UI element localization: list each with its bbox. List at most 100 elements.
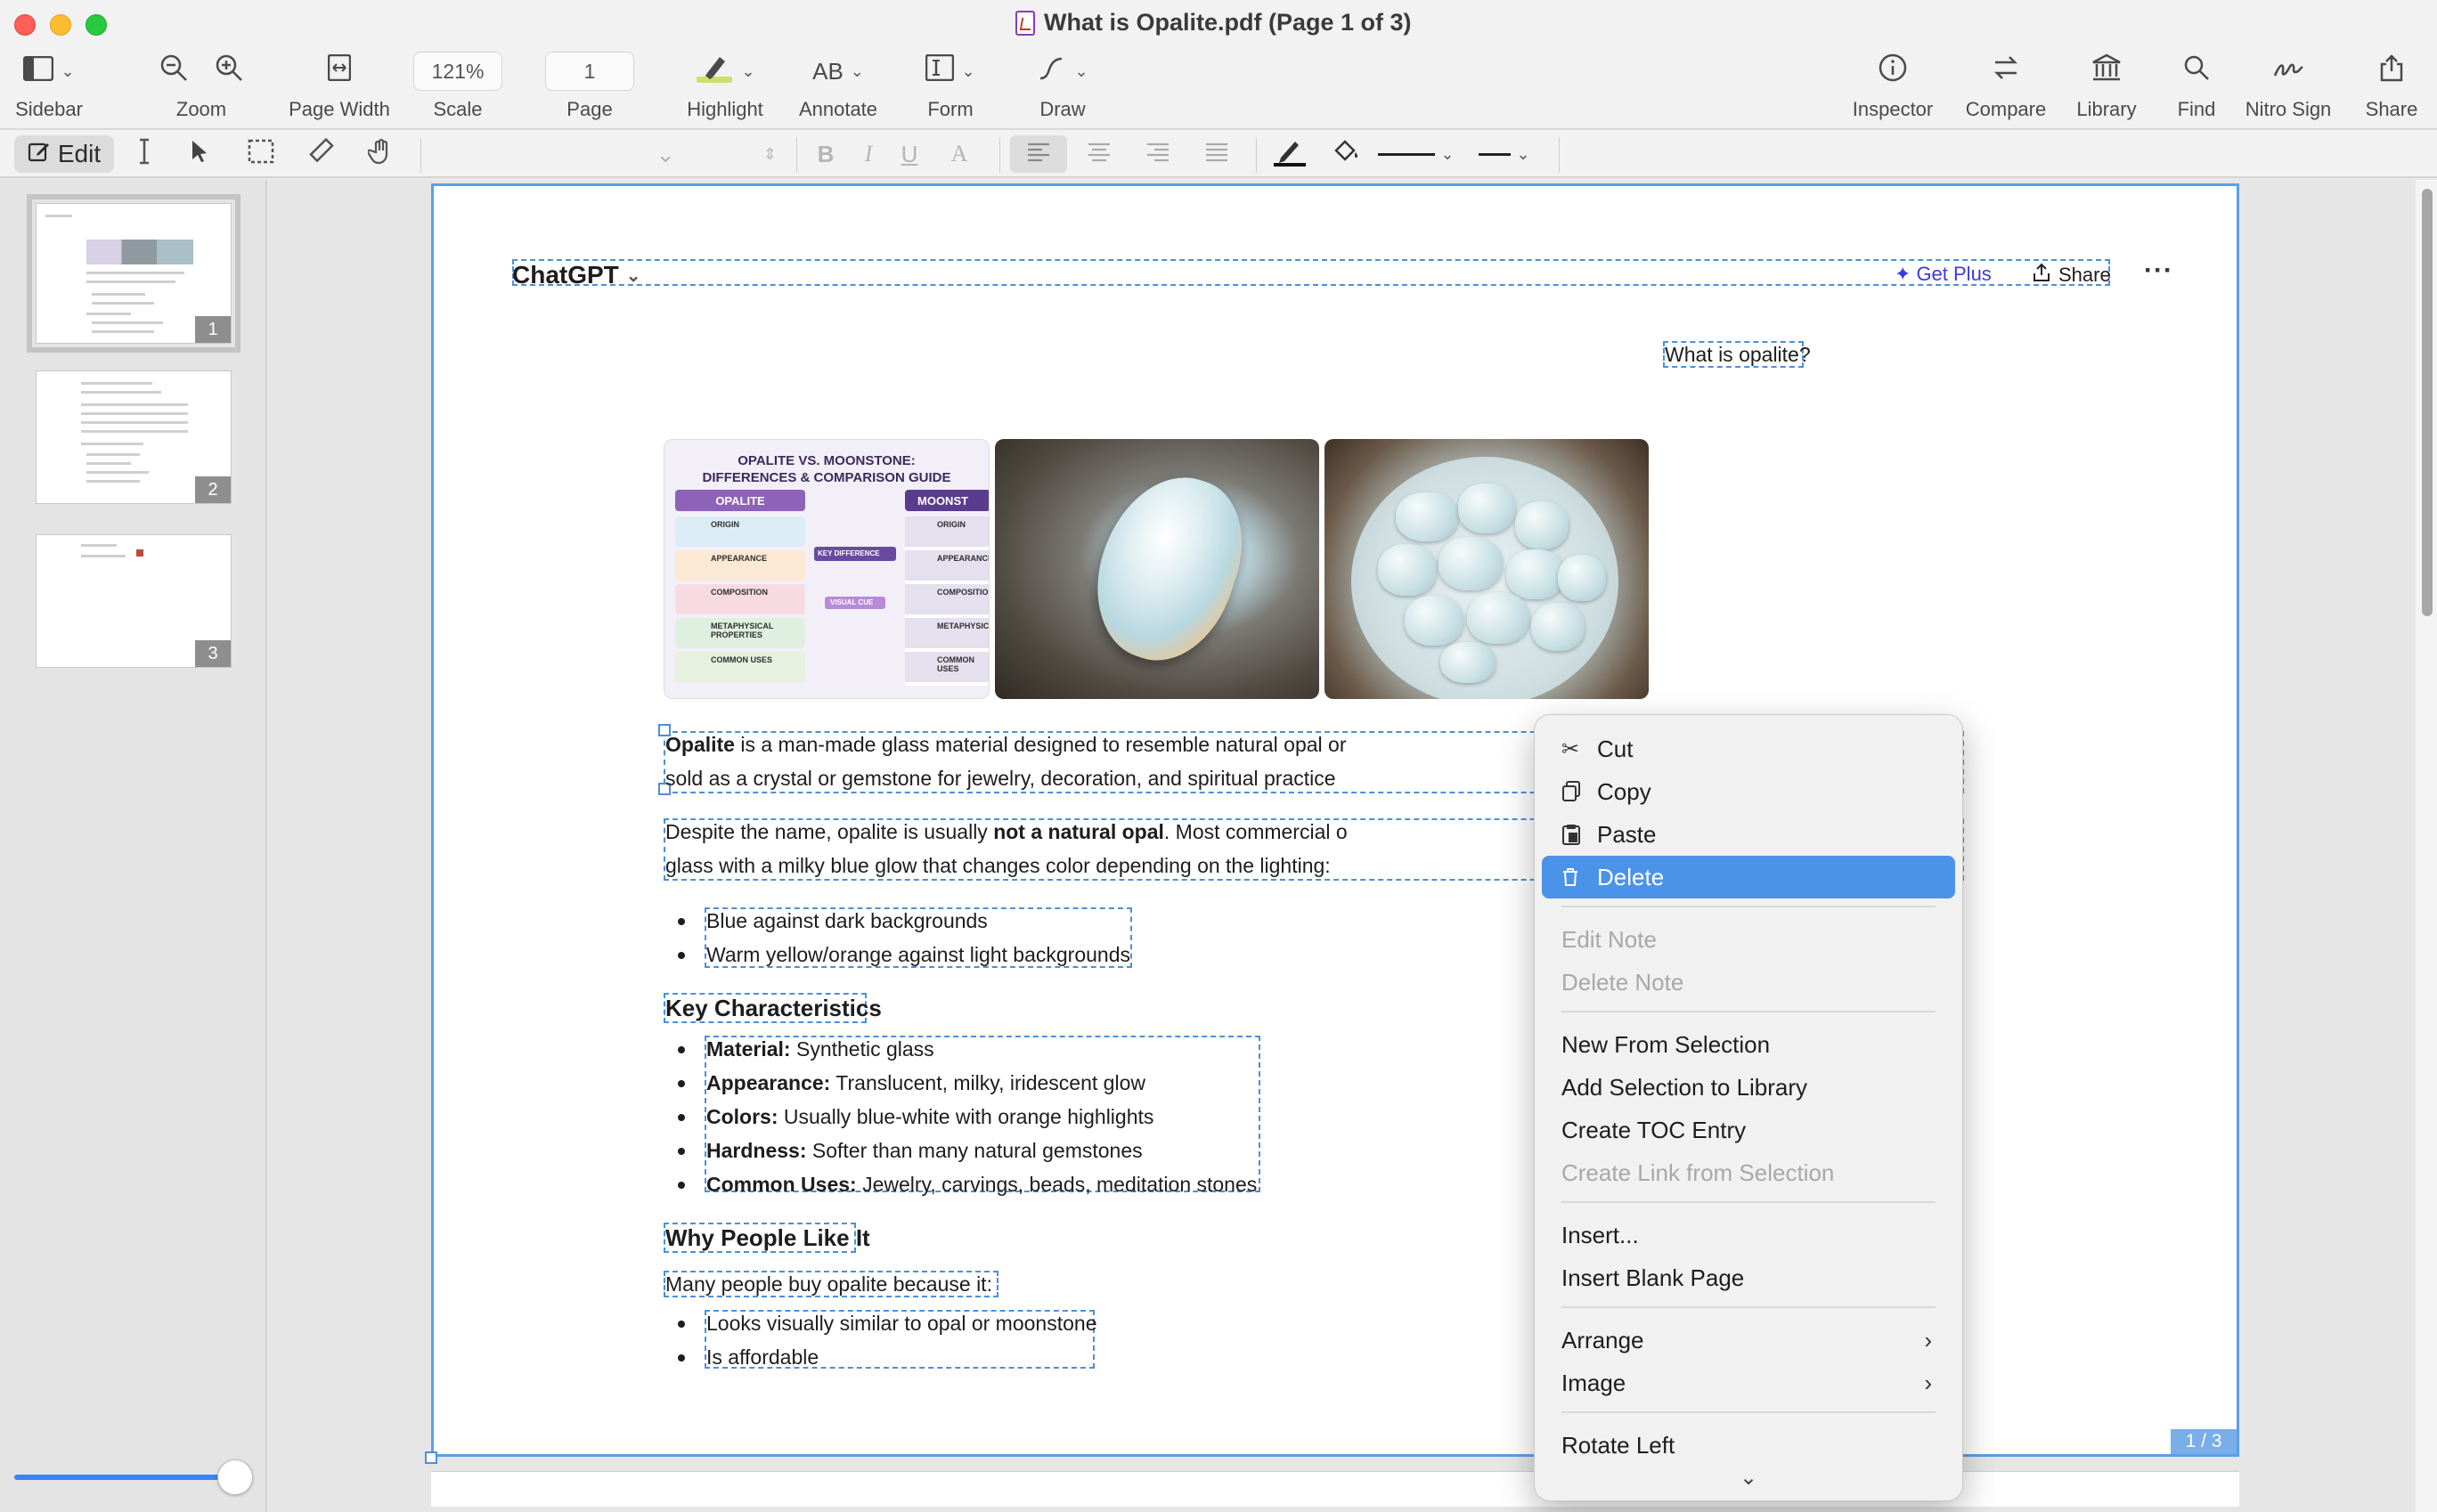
sidebar-icon <box>23 55 54 88</box>
measure-tool[interactable] <box>305 135 338 173</box>
stroke-color-button[interactable] <box>1270 135 1309 173</box>
italic-button[interactable]: I <box>853 135 884 173</box>
opalite-moonstone-guide-image[interactable]: OPALITE VS. MOONSTONE: DIFFERENCES & COMP… <box>664 439 990 699</box>
menu-item-create-link-from-selection[interactable]: Create Link from Selection <box>1542 1151 1955 1194</box>
menu-item-arrange[interactable]: Arrange › <box>1542 1319 1955 1362</box>
underline-button[interactable]: U <box>894 135 925 173</box>
minimize-window-button[interactable] <box>50 14 71 36</box>
menu-item-edit-note[interactable]: Edit Note <box>1542 918 1955 961</box>
zoom-out-icon[interactable] <box>159 53 188 89</box>
menu-item-copy[interactable]: Copy <box>1542 770 1955 813</box>
page-thumbnail-2[interactable]: 2 <box>36 370 232 504</box>
font-size-stepper[interactable]: ⇕ <box>695 135 784 173</box>
header-selection-box[interactable] <box>512 259 2110 286</box>
page-share-link[interactable]: Share <box>2032 263 2111 288</box>
highlight-tool[interactable]: ⌄ Highlight <box>679 46 771 121</box>
draw-label: Draw <box>1039 98 1086 120</box>
nitro-sign-button[interactable]: Nitro Sign <box>2239 46 2337 121</box>
share-icon <box>2378 53 2405 89</box>
compare-button[interactable]: Compare <box>1963 46 2049 121</box>
marquee-select-tool[interactable] <box>244 135 278 173</box>
page-label: Page <box>566 98 613 120</box>
close-window-button[interactable] <box>14 14 36 36</box>
page-number-field[interactable]: 1 <box>545 52 634 91</box>
hand-icon <box>366 138 395 171</box>
menu-item-insert-blank-page[interactable]: Insert Blank Page <box>1542 1256 1955 1299</box>
scrollbar-thumb[interactable] <box>2422 189 2433 616</box>
library-button[interactable]: Library <box>2070 46 2143 121</box>
more-options-icon[interactable]: ··· <box>2144 256 2173 286</box>
scroll-down-chevron-icon[interactable]: ⌄ <box>1535 1465 1962 1491</box>
page-selection-handle[interactable] <box>425 1451 437 1464</box>
paint-bucket-icon <box>1333 138 1361 171</box>
sparkle-icon: ✦ <box>1895 263 1911 285</box>
window-title: What is Opalite.pdf (Page 1 of 3) <box>1015 9 1412 37</box>
page-control[interactable]: 1 Page <box>545 46 634 121</box>
font-family-dropdown[interactable]: ⌄ <box>433 135 682 173</box>
paragraph-1-line-2: sold as a crystal or gemstone for jewelr… <box>665 767 1336 790</box>
inspector-button[interactable]: Inspector <box>1846 46 1940 121</box>
signature-icon <box>2272 55 2304 88</box>
align-left-button[interactable] <box>1010 135 1067 173</box>
align-right-button[interactable] <box>1140 135 1176 173</box>
opalite-stone-photo[interactable] <box>995 439 1319 699</box>
copy-icon <box>1561 781 1597 802</box>
menu-item-rotate-left[interactable]: Rotate Left <box>1542 1424 1955 1467</box>
menu-item-paste[interactable]: Paste <box>1542 813 1955 856</box>
page-thumbnail-1[interactable]: 1 <box>27 194 240 353</box>
share-button[interactable]: Share <box>2362 46 2421 121</box>
menu-item-label: Image <box>1561 1369 1626 1396</box>
sidebar-button[interactable]: ⌄ Sidebar <box>14 46 84 121</box>
paragraph-2-line-2: glass with a milky blue glow that change… <box>665 854 1331 877</box>
page-width-button[interactable]: Page Width <box>283 46 395 121</box>
menu-item-new-from-selection[interactable]: New From Selection <box>1542 1023 1955 1066</box>
paragraph-1-line-1: Opalite is a man-made glass material des… <box>665 733 1347 757</box>
key-characteristics-heading: Key Characteristics <box>665 995 882 1021</box>
menu-item-label: Cut <box>1597 735 1634 762</box>
pdf-page[interactable]: ChatGPT ⌄ ✦ Get Plus Share ··· What is o… <box>431 183 2239 1457</box>
menu-item-insert[interactable]: Insert... <box>1542 1214 1955 1256</box>
opalite-bowl-photo[interactable] <box>1324 439 1649 699</box>
slider-knob[interactable] <box>217 1459 253 1495</box>
hand-pan-tool[interactable] <box>363 135 399 173</box>
fill-color-button[interactable] <box>1327 135 1366 173</box>
user-question: What is opalite? <box>1665 343 1811 366</box>
zoom-control[interactable]: Zoom <box>150 46 253 121</box>
line-style-dropdown[interactable]: ⌄ <box>1373 135 1459 173</box>
menu-separator <box>1561 1411 1936 1413</box>
scale-field[interactable]: 121% <box>413 52 502 91</box>
bold-button[interactable]: B <box>811 135 841 173</box>
menu-item-delete[interactable]: Delete <box>1542 856 1955 898</box>
thumbnail-size-slider[interactable] <box>14 1475 228 1480</box>
get-plus-link[interactable]: ✦ Get Plus <box>1895 263 1992 286</box>
characteristic-value: Softer than many natural gemstones <box>806 1139 1143 1162</box>
edit-mode-button[interactable]: Edit <box>14 135 114 173</box>
menu-item-cut[interactable]: ✂ Cut <box>1542 728 1955 770</box>
vertical-scrollbar[interactable] <box>2416 180 2437 1512</box>
search-icon <box>2183 54 2210 88</box>
menu-item-delete-note[interactable]: Delete Note <box>1542 961 1955 1004</box>
next-page-edge <box>431 1471 2239 1507</box>
menu-item-image[interactable]: Image › <box>1542 1362 1955 1404</box>
draw-tool[interactable]: ⌄ Draw <box>1024 46 1101 121</box>
annotate-tool[interactable]: AB ⌄ Annotate <box>793 46 884 121</box>
list-item: Common Uses: Jewelry, carvings, beads, m… <box>706 1173 1257 1197</box>
text-color-button[interactable]: A <box>944 135 974 173</box>
scale-control[interactable]: 121% Scale <box>413 46 502 121</box>
menu-item-create-toc-entry[interactable]: Create TOC Entry <box>1542 1109 1955 1151</box>
page-thumbnail-3[interactable]: 3 <box>36 534 232 668</box>
form-tool[interactable]: ⌄ Form <box>912 46 989 121</box>
maximize-window-button[interactable] <box>86 14 107 36</box>
opalite-gem <box>1076 458 1261 679</box>
align-center-button[interactable] <box>1081 135 1117 173</box>
characteristic-value: Synthetic glass <box>790 1037 934 1061</box>
page-counter-badge: 1 / 3 <box>2171 1429 2237 1454</box>
menu-item-add-selection-to-library[interactable]: Add Selection to Library <box>1542 1066 1955 1109</box>
justify-button[interactable] <box>1199 135 1235 173</box>
text-select-tool[interactable] <box>128 135 160 173</box>
guide-row-label: COMPOSITION <box>937 588 990 597</box>
line-end-dropdown[interactable]: ⌄ <box>1473 135 1536 173</box>
zoom-in-icon[interactable] <box>215 53 243 89</box>
pointer-tool[interactable] <box>183 135 216 173</box>
find-button[interactable]: Find <box>2170 46 2223 121</box>
